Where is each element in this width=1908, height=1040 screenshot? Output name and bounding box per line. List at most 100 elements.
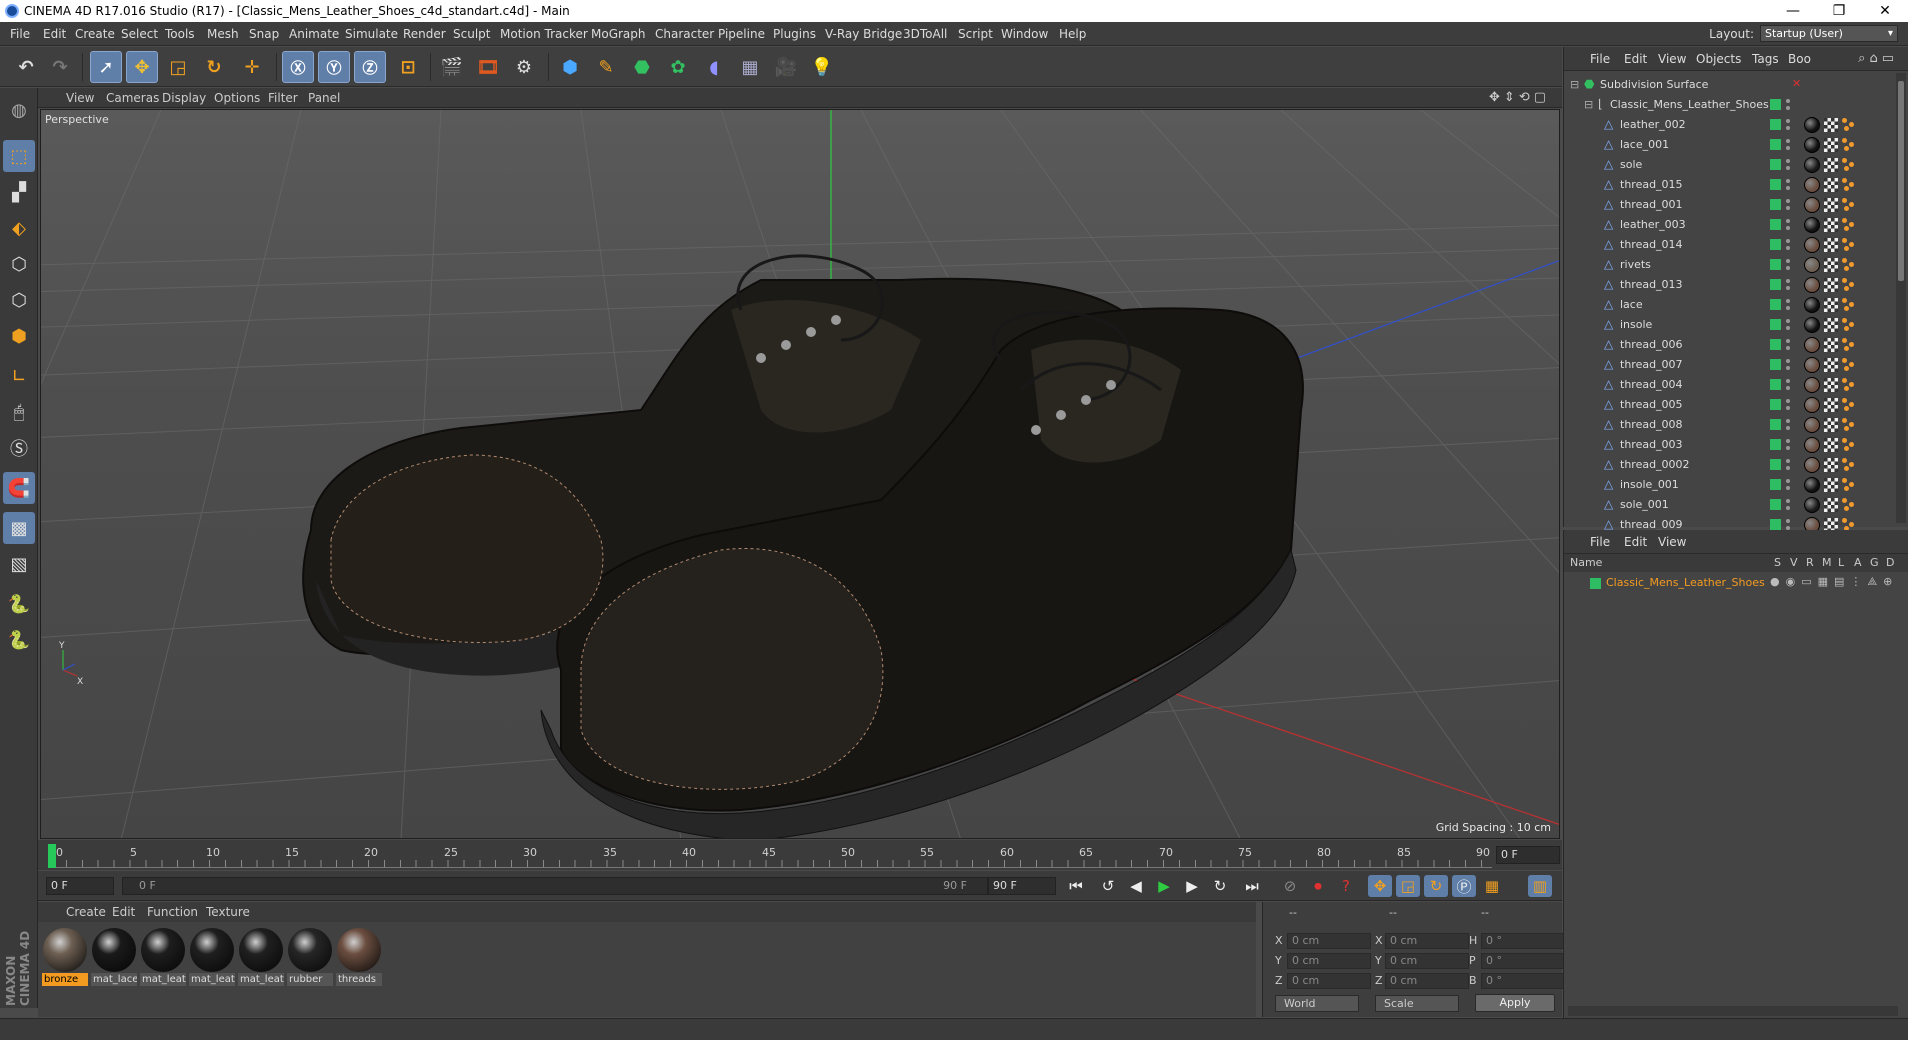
material-tag-icon[interactable] bbox=[1804, 477, 1820, 493]
layer-toggle-icons[interactable]: ●◉▭▦▤⋮⟁⊕ bbox=[1770, 575, 1898, 589]
visibility-check[interactable] bbox=[1770, 159, 1781, 170]
live-selection-icon[interactable]: ➚ bbox=[90, 51, 122, 83]
redo-icon[interactable]: ↷ bbox=[44, 51, 76, 83]
restore-button[interactable]: ❐ bbox=[1816, 0, 1862, 22]
object-row[interactable]: △ thread_013 bbox=[1564, 275, 1886, 295]
menu-mesh[interactable]: Mesh bbox=[207, 27, 239, 41]
material-tag-icon[interactable] bbox=[1804, 297, 1820, 313]
render-dots[interactable] bbox=[1786, 298, 1790, 312]
material-swatch[interactable]: mat_leat bbox=[238, 928, 284, 986]
layer-menu-edit[interactable]: Edit bbox=[1624, 535, 1647, 549]
layer-menu-file[interactable]: File bbox=[1590, 535, 1610, 549]
visibility-check[interactable] bbox=[1770, 299, 1781, 310]
perspective-viewport[interactable]: Y X Perspective Grid Spacing : 10 cm bbox=[40, 109, 1560, 839]
uvw-tag-icon[interactable] bbox=[1824, 338, 1838, 352]
material-swatch[interactable]: mat_leat bbox=[140, 928, 186, 986]
viewport-menu-filter[interactable]: Filter bbox=[268, 91, 298, 105]
uvw-tag-icon[interactable] bbox=[1824, 378, 1838, 392]
visibility-check[interactable] bbox=[1770, 259, 1781, 270]
preview-range-slider[interactable]: 0 F 90 F bbox=[122, 877, 988, 895]
object-manager-scrollbar[interactable] bbox=[1896, 73, 1906, 523]
points-mode-icon[interactable]: ⬡ bbox=[3, 248, 35, 280]
vray-tag-icon[interactable] bbox=[1842, 398, 1856, 412]
record-active-objects-icon[interactable]: ⊘ bbox=[1278, 875, 1302, 897]
render-dots[interactable] bbox=[1786, 118, 1790, 132]
uvw-tag-icon[interactable] bbox=[1824, 118, 1838, 132]
material-tag-icon[interactable] bbox=[1804, 117, 1820, 133]
object-row[interactable]: △ thread_008 bbox=[1564, 415, 1886, 435]
menu-window[interactable]: Window bbox=[1001, 27, 1048, 41]
viewport-menu-options[interactable]: Options bbox=[214, 91, 260, 105]
render-dots[interactable] bbox=[1786, 418, 1790, 432]
scale-icon[interactable]: ◲ bbox=[162, 51, 194, 83]
material-swatch[interactable]: mat_leat bbox=[189, 928, 235, 986]
render-dots[interactable] bbox=[1786, 458, 1790, 472]
workplane-icon[interactable]: ⬖ bbox=[3, 212, 35, 244]
render-dots[interactable] bbox=[1786, 258, 1790, 272]
layer-menu-view[interactable]: View bbox=[1658, 535, 1686, 549]
menu-snap[interactable]: Snap bbox=[249, 27, 279, 41]
vray-tag-icon[interactable] bbox=[1842, 358, 1856, 372]
go-to-end-icon[interactable]: ⏭ bbox=[1240, 875, 1264, 897]
material-tag-icon[interactable] bbox=[1804, 497, 1820, 513]
subdivision-surface-icon[interactable]: ⬣ bbox=[626, 51, 658, 83]
material-tag-icon[interactable] bbox=[1804, 357, 1820, 373]
object-row[interactable]: △ thread_015 bbox=[1564, 175, 1886, 195]
material-tag-icon[interactable] bbox=[1804, 157, 1820, 173]
autokeying-icon[interactable]: ⏺ bbox=[1306, 875, 1330, 897]
uvw-tag-icon[interactable] bbox=[1824, 438, 1838, 452]
snap-icon[interactable]: Ⓢ bbox=[3, 432, 35, 464]
vray-tag-icon[interactable] bbox=[1842, 178, 1856, 192]
close-button[interactable]: ✕ bbox=[1862, 0, 1908, 22]
coordinate-mode-dropdown[interactable]: World bbox=[1275, 995, 1359, 1012]
object-row[interactable]: △ insole_001 bbox=[1564, 475, 1886, 495]
render-dots[interactable] bbox=[1786, 238, 1790, 252]
material-tag-icon[interactable] bbox=[1804, 317, 1820, 333]
move-icon[interactable]: ✥ bbox=[126, 51, 158, 83]
object-row[interactable]: △ thread_007 bbox=[1564, 355, 1886, 375]
uvw-tag-icon[interactable] bbox=[1824, 138, 1838, 152]
key-scale-icon[interactable]: ◲ bbox=[1396, 875, 1420, 897]
material-menu-edit[interactable]: Edit bbox=[112, 905, 135, 919]
render-dots[interactable] bbox=[1786, 178, 1790, 192]
uvw-tag-icon[interactable] bbox=[1824, 298, 1838, 312]
apply-button[interactable]: Apply bbox=[1475, 994, 1555, 1012]
object-row[interactable]: △ lace_001 bbox=[1564, 135, 1886, 155]
render-dots[interactable] bbox=[1786, 378, 1790, 392]
vray-tag-icon[interactable] bbox=[1842, 278, 1856, 292]
object-menu-objects[interactable]: Objects bbox=[1696, 52, 1741, 66]
uvw-tag-icon[interactable] bbox=[1824, 498, 1838, 512]
vray-tag-icon[interactable] bbox=[1842, 238, 1856, 252]
menu-select[interactable]: Select bbox=[121, 27, 158, 41]
material-menu-function[interactable]: Function bbox=[147, 905, 198, 919]
vray-tag-icon[interactable] bbox=[1842, 158, 1856, 172]
vray-tag-icon[interactable] bbox=[1842, 198, 1856, 212]
rotation-h-field[interactable]: 0 ° bbox=[1481, 933, 1565, 949]
uvw-tag-icon[interactable] bbox=[1824, 158, 1838, 172]
object-menu-file[interactable]: File bbox=[1590, 52, 1610, 66]
object-menu-edit[interactable]: Edit bbox=[1624, 52, 1647, 66]
model-mode-icon[interactable]: ⬚ bbox=[3, 140, 35, 172]
uvw-tag-icon[interactable] bbox=[1824, 178, 1838, 192]
uvw-tag-icon[interactable] bbox=[1824, 398, 1838, 412]
menu-render[interactable]: Render bbox=[403, 27, 446, 41]
visibility-check[interactable] bbox=[1770, 239, 1781, 250]
size-x-field[interactable]: 0 cm bbox=[1385, 933, 1469, 949]
menu-create[interactable]: Create bbox=[75, 27, 115, 41]
uvw-tag-icon[interactable] bbox=[1824, 418, 1838, 432]
material-swatch[interactable]: mat_lace bbox=[91, 928, 137, 986]
material-tag-icon[interactable] bbox=[1804, 137, 1820, 153]
object-row[interactable]: △ sole bbox=[1564, 155, 1886, 175]
object-row-group[interactable]: ⊟ ⌊ Classic_Mens_Leather_Shoes bbox=[1564, 95, 1886, 115]
expand-toggle-icon[interactable]: ⊟ bbox=[1584, 98, 1593, 111]
vray-tag-icon[interactable] bbox=[1842, 378, 1856, 392]
uvw-tag-icon[interactable] bbox=[1824, 478, 1838, 492]
cube-primitive-icon[interactable]: ⬢ bbox=[554, 51, 586, 83]
viewport-menu-cameras[interactable]: Cameras bbox=[106, 91, 159, 105]
planar-workplane-icon[interactable]: ▧ bbox=[3, 548, 35, 580]
visibility-check[interactable] bbox=[1770, 499, 1781, 510]
layer-row[interactable]: Classic_Mens_Leather_Shoes ●◉▭▦▤⋮⟁⊕ bbox=[1564, 574, 1908, 592]
menu-motion-tracker[interactable]: Motion Tracker bbox=[500, 27, 588, 41]
visibility-check[interactable] bbox=[1770, 519, 1781, 530]
layer-manager-hscrollbar[interactable] bbox=[1568, 1006, 1898, 1016]
